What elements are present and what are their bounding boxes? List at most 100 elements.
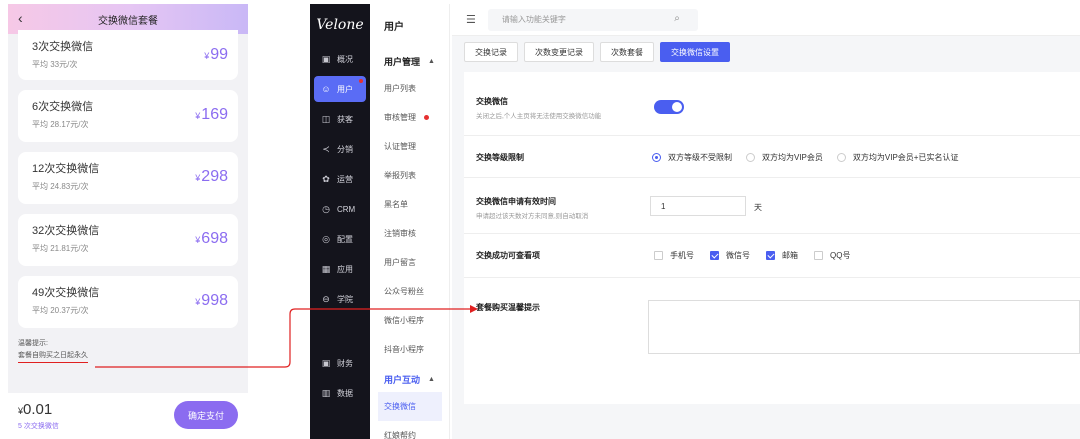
currency-symbol: ¥ — [195, 111, 201, 121]
sidebar-item-data[interactable]: ▥ 数据 — [310, 380, 370, 406]
sidebar-item-academy[interactable]: ⊖ 学院 — [310, 286, 370, 312]
checkbox-phone[interactable]: 手机号 — [654, 250, 694, 261]
tab-count-changes[interactable]: 次数变更记录 — [524, 42, 594, 62]
acquire-icon: ◫ — [321, 113, 331, 124]
visible-checkbox-group: 手机号 微信号 邮箱 QQ号 — [654, 250, 866, 261]
sidebar-item-users[interactable]: ☺ 用户 — [314, 76, 366, 102]
subnav-item-messages[interactable]: 用户留言 — [370, 248, 449, 277]
tip-title: 温馨提示: — [18, 340, 48, 347]
package-price: ¥99 — [204, 46, 228, 64]
price-value: 99 — [210, 46, 228, 63]
currency-symbol: ¥ — [204, 51, 210, 61]
setting-label-tip: 套餐购买温馨提示 — [476, 303, 540, 312]
search-icon[interactable]: ⌕ — [674, 13, 680, 24]
expire-unit: 天 — [754, 203, 762, 212]
subnav-group-interaction[interactable]: 用户互动 ▲ — [370, 366, 449, 392]
subnav-item-exchange-wechat[interactable]: 交换微信 — [378, 392, 442, 421]
subnav-item-blacklist[interactable]: 黑名单 — [370, 190, 449, 219]
sidebar-item-label: 配置 — [337, 234, 353, 244]
setting-label: 交换微信 — [476, 97, 508, 106]
group-label: 用户管理 — [384, 56, 421, 67]
setting-row-visible: 交换成功可查看项 手机号 微信号 邮箱 QQ号 — [464, 234, 1080, 278]
package-list: 3次交换微信 平均 33元/次 ¥99 6次交换微信 平均 28.17元/次 ¥… — [8, 30, 248, 328]
setting-row-switch: 交换微信 关闭之后,个人主页将无法使用交换微信功能 — [464, 72, 1080, 136]
mobile-preview: ‹ 交换微信套餐 3次交换微信 平均 33元/次 ¥99 6次交换微信 平均 2… — [8, 4, 248, 439]
level-radio-group: 双方等级不受限制 双方均为VIP会员 双方均为VIP会员+已实名认证 — [652, 152, 972, 163]
menu-fold-icon[interactable]: ☰ — [466, 13, 476, 26]
checkbox-label: 微信号 — [726, 251, 750, 260]
total-value: 0.01 — [23, 401, 53, 418]
checkbox-wechat[interactable]: 微信号 — [710, 250, 750, 261]
caret-up-icon: ▲ — [428, 57, 435, 65]
radio-label: 双方均为VIP会员+已实名认证 — [852, 153, 959, 162]
academy-icon: ⊖ — [322, 293, 330, 304]
sidebar-item-operation[interactable]: ✿ 运营 — [310, 166, 370, 192]
sub-navigation: 用户 用户管理 ▲ 用户列表 审核管理 认证管理 举报列表 黑名单 注销审核 用户… — [370, 4, 450, 439]
sidebar-item-label: 运营 — [337, 174, 353, 184]
group-label: 用户互动 — [384, 374, 421, 385]
subnav-group-user-management[interactable]: 用户管理 ▲ — [370, 48, 449, 74]
expire-days-input[interactable]: 1 — [650, 196, 746, 216]
radio-circle — [652, 153, 661, 162]
package-card[interactable]: 12次交换微信 平均 24.83元/次 ¥298 — [18, 152, 238, 204]
setting-description: 关闭之后,个人主页将无法使用交换微信功能 — [476, 113, 602, 120]
sidebar-item-label: 应用 — [337, 264, 353, 274]
subnav-item-review[interactable]: 审核管理 — [370, 103, 449, 132]
radio-level-vip-verified[interactable]: 双方均为VIP会员+已实名认证 — [836, 152, 959, 163]
subnav-title: 用户 — [384, 21, 404, 33]
brand-logo[interactable]: Velone — [310, 4, 370, 46]
setting-label: 交换微信申请有效时间 — [476, 197, 556, 206]
package-card[interactable]: 49次交换微信 平均 20.37元/次 ¥998 — [18, 276, 238, 328]
package-card[interactable]: 32次交换微信 平均 21.81元/次 ¥698 — [18, 214, 238, 266]
tab-count-packages[interactable]: 次数套餐 — [600, 42, 654, 62]
sidebar-item-config[interactable]: ◎ 配置 — [310, 226, 370, 252]
radio-level-vip[interactable]: 双方均为VIP会员 — [746, 152, 823, 163]
subnav-item-douyin-mini[interactable]: 抖音小程序 — [370, 335, 449, 364]
finance-icon: ▣ — [321, 357, 331, 368]
mobile-footer: ¥0.01 5 次交换微信 确定支付 — [8, 393, 248, 439]
data-icon: ▥ — [321, 387, 331, 398]
sidebar-item-finance[interactable]: ▣ 财务 — [310, 350, 370, 376]
package-price: ¥298 — [195, 168, 228, 186]
checkbox-email[interactable]: 邮箱 — [766, 250, 798, 261]
sidebar-item-overview[interactable]: ▣ 概况 — [310, 46, 370, 72]
screen: ‹ 交换微信套餐 3次交换微信 平均 33元/次 ¥99 6次交换微信 平均 2… — [0, 0, 1080, 439]
subnav-item-cancellation[interactable]: 注销审核 — [370, 219, 449, 248]
sidebar-item-apps[interactable]: ▦ 应用 — [310, 256, 370, 282]
sidebar-item-label: 分销 — [337, 144, 353, 154]
subnav-item-user-list[interactable]: 用户列表 — [370, 74, 449, 103]
sidebar-item-acquire[interactable]: ◫ 获客 — [310, 106, 370, 132]
checkbox-box — [814, 251, 823, 260]
package-card[interactable]: 3次交换微信 平均 33元/次 ¥99 — [18, 30, 238, 80]
tab-exchange-records[interactable]: 交换记录 — [464, 42, 518, 62]
search-input[interactable]: 请输入功能关键字 ⌕ — [487, 8, 698, 31]
sidebar-item-crm[interactable]: ◷ CRM — [310, 196, 370, 222]
price-value: 169 — [201, 106, 228, 123]
config-icon: ◎ — [322, 233, 330, 244]
chevron-left-icon[interactable]: ‹ — [18, 10, 23, 26]
checkbox-box — [710, 251, 719, 260]
search-placeholder: 请输入功能关键字 — [501, 15, 566, 24]
checkbox-label: QQ号 — [830, 251, 851, 260]
radio-level-unlimited[interactable]: 双方等级不受限制 — [652, 152, 732, 163]
subnav-item-label: 审核管理 — [384, 113, 416, 122]
checkbox-box — [766, 251, 775, 260]
total-amount: ¥0.01 — [18, 401, 52, 418]
package-average: 平均 33元/次 — [32, 60, 78, 69]
sidebar-item-label: 获客 — [337, 114, 353, 124]
tab-exchange-settings[interactable]: 交换微信设置 — [660, 42, 730, 62]
subnav-item-matchmaker[interactable]: 红娘帮约 — [370, 421, 449, 439]
tip-textarea[interactable] — [648, 300, 1080, 354]
confirm-pay-button[interactable]: 确定支付 — [174, 401, 238, 429]
setting-row-level: 交换等级限制 双方等级不受限制 双方均为VIP会员 双方均为VIP会员+已实名认… — [464, 136, 1080, 178]
subnav-item-wechat-mini[interactable]: 微信小程序 — [370, 306, 449, 335]
subnav-item-followers[interactable]: 公众号粉丝 — [370, 277, 449, 306]
radio-circle — [746, 153, 755, 162]
checkbox-qq[interactable]: QQ号 — [814, 250, 850, 261]
package-card[interactable]: 6次交换微信 平均 28.17元/次 ¥169 — [18, 90, 238, 142]
subnav-item-verification[interactable]: 认证管理 — [370, 132, 449, 161]
exchange-wechat-toggle[interactable] — [654, 100, 684, 114]
sidebar-item-distribution[interactable]: ≺ 分销 — [310, 136, 370, 162]
package-name: 3次交换微信 — [32, 41, 94, 53]
subnav-item-reports[interactable]: 举报列表 — [370, 161, 449, 190]
